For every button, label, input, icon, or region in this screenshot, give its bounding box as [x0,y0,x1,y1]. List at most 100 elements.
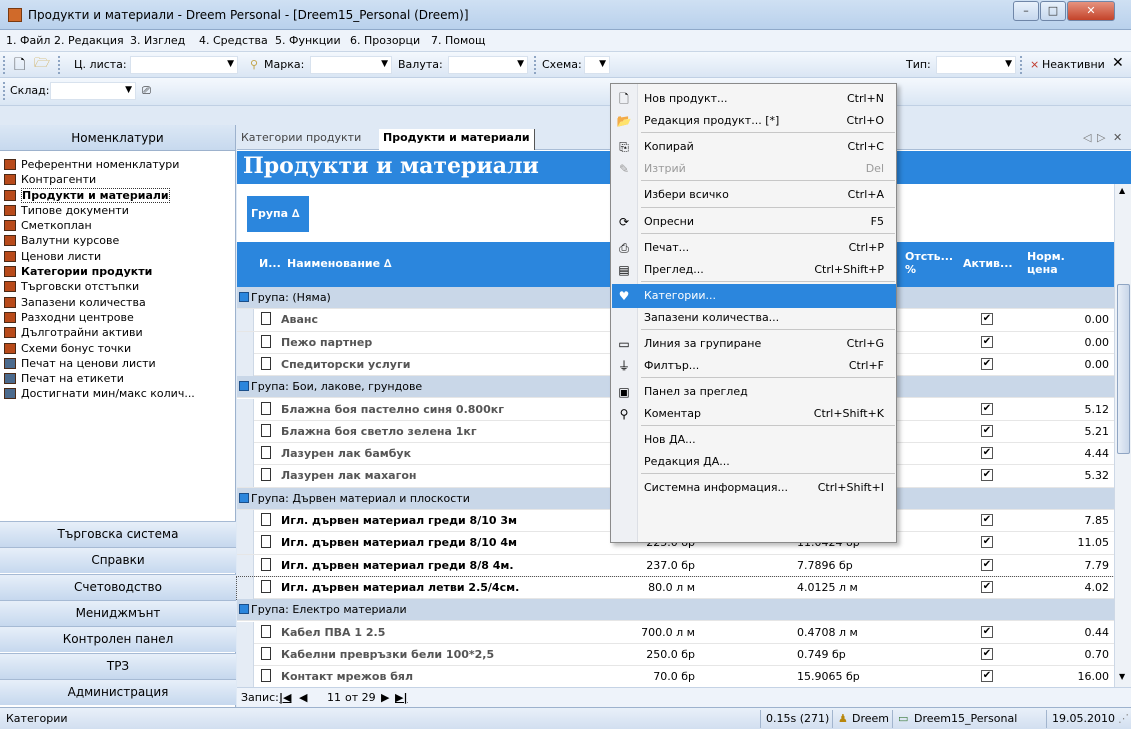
group-by-field[interactable]: Група ∆ [247,196,309,232]
tab-close-icon[interactable]: ✕ [1113,131,1122,144]
table-row[interactable]: Кабел ПВА 1 2.5 700.0 л м 0.4708 л м ✔ 0.44 [237,621,1114,644]
context-menu-item[interactable]: Запазени количества... [612,306,896,330]
col-discount-header[interactable]: Отсть... % [905,250,953,276]
context-menu-item[interactable]: ✎ Изтрий Del [612,157,896,181]
toolbar-grip[interactable] [3,82,6,100]
type-combo[interactable]: ▼ [936,56,1016,74]
navigator-item[interactable]: Валутни курсове [4,233,234,248]
navigator-item[interactable]: Печат на етикети [4,371,234,386]
navigator-section-button[interactable]: Търговска система [0,521,236,547]
collapse-icon[interactable] [239,381,249,392]
row-indicator[interactable] [237,398,254,421]
col-name-header[interactable]: Наименование ∆ [287,257,392,270]
tab-product-categories[interactable]: Категории продукти [241,131,361,144]
chevron-down-icon[interactable]: ▼ [517,59,524,69]
scrollbar-thumb[interactable] [1117,284,1130,454]
app-icon[interactable] [8,8,22,22]
navigator-section-button[interactable]: Контролен панел [0,626,236,653]
scheme-combo[interactable]: ▼ [584,56,610,74]
row-indicator[interactable] [237,420,254,443]
context-menu-item[interactable]: ⎘ Копирай Ctrl+C [612,135,896,159]
scroll-up-icon[interactable]: ▲ [1119,186,1125,195]
navigator-section-button[interactable]: ТРЗ [0,652,236,679]
vertical-scrollbar[interactable]: ▲ ▼ [1114,184,1131,687]
menu-functions[interactable]: 5. Функции [275,34,341,47]
prev-record-icon[interactable]: ◀ [299,691,307,704]
open-folder-icon[interactable]: 🗁 [34,54,50,76]
collapse-icon[interactable] [239,292,249,302]
table-row[interactable]: Кабелни превръзки бели 100*2,5 250.0 бр 0.… [237,643,1114,667]
current-record[interactable]: 11 [327,691,341,704]
context-menu-item[interactable]: Системна информация... Ctrl+Shift+I [612,476,896,500]
navigator-item[interactable]: Ценови листи [4,249,234,264]
row-indicator[interactable] [237,331,254,354]
navigator-item[interactable]: Категории продукти [4,264,234,279]
col-index-header[interactable]: И... [259,257,281,270]
col-norm-price-header[interactable]: Норм. цена [1027,250,1067,276]
warehouse-pick-icon[interactable]: ⎚ [142,84,151,98]
navigator-section-button[interactable]: Справки [0,547,236,574]
context-menu-item[interactable]: ▤ Преглед... Ctrl+Shift+P [612,258,896,282]
row-indicator[interactable] [237,443,254,466]
active-checkbox[interactable]: ✔ [981,625,993,638]
row-indicator[interactable] [237,309,254,332]
row-indicator[interactable] [237,510,254,532]
navigator-item[interactable]: Достигнати мин/макс колич... [4,386,234,401]
tab-scroll-right-icon[interactable]: ▷ [1097,131,1105,144]
brand-combo[interactable]: ▼ [310,56,392,74]
navigator-item[interactable]: Разходни центрове [4,310,234,325]
navigator-item[interactable]: Контрагенти [4,172,234,187]
price-list-combo[interactable]: ▼ [130,56,238,74]
active-checkbox[interactable]: ✔ [981,580,993,593]
toolbar-grip[interactable] [534,56,537,74]
tab-scroll-left-icon[interactable]: ◁ [1083,131,1091,144]
row-indicator[interactable] [237,353,254,376]
navigator-header[interactable]: Номенклатури [0,125,235,151]
row-indicator[interactable] [237,465,254,488]
active-checkbox[interactable]: ✔ [981,558,993,571]
collapse-icon[interactable] [239,604,249,615]
chevron-down-icon[interactable]: ▼ [125,85,132,95]
context-menu-item[interactable]: ⏚ Филтър... Ctrl+F [612,354,896,378]
menu-windows[interactable]: 6. Прозорци [350,34,420,47]
context-menu-item[interactable]: Редакция ДА... [612,450,896,474]
resize-grip-icon[interactable]: ⋰ [1118,712,1129,725]
warehouse-combo[interactable]: ▼ [50,82,136,100]
context-menu-item[interactable]: ⟳ Опресни F5 [612,210,896,234]
active-checkbox[interactable]: ✔ [981,514,993,526]
menu-file[interactable]: 1. Файл [6,34,50,47]
group-row[interactable]: Група: Електро материали [237,599,1114,622]
row-indicator[interactable] [237,576,254,599]
context-menu-item[interactable]: ▣ Панел за преглед [612,380,896,404]
navigator-item[interactable]: Референтни номенклатури [4,157,234,172]
navigator-item[interactable]: Продукти и материали [4,187,234,203]
active-checkbox[interactable]: ✔ [981,469,993,482]
toolbar-grip[interactable] [1020,56,1023,74]
navigator-section-button[interactable]: Счетоводство [0,573,236,600]
active-checkbox[interactable]: ✔ [981,335,993,348]
last-record-icon[interactable]: ▶| [395,691,407,704]
navigator-item[interactable]: Дълготрайни активи [4,325,234,340]
navigator-section-button[interactable]: Администрация [0,678,236,705]
inactive-toggle[interactable]: Неактивни [1042,58,1105,71]
navigator-item[interactable]: Търговски отстъпки [4,279,234,294]
first-record-icon[interactable]: |◀ [279,691,291,704]
tab-products-materials[interactable]: Продукти и материали [379,129,535,150]
active-checkbox[interactable]: ✔ [981,447,993,460]
navigator-item[interactable]: Запазени количества [4,295,234,310]
table-row[interactable]: Игл. дървен материал летви 2.5/4см. 80.0 … [236,575,1115,601]
menu-view[interactable]: 3. Изглед [130,34,185,47]
maximize-button[interactable]: □ [1040,1,1066,21]
navigator-item[interactable]: Сметкоплан [4,218,234,233]
col-active-header[interactable]: Актив... [963,257,1013,270]
active-checkbox[interactable]: ✔ [981,313,993,326]
active-checkbox[interactable]: ✔ [981,670,993,683]
scroll-down-icon[interactable]: ▼ [1119,672,1125,681]
navigator-item[interactable]: Печат на ценови листи [4,356,234,371]
table-row[interactable]: Игл. дървен материал греди 8/8 4м. 237.0 … [237,554,1114,577]
context-menu-item[interactable]: ⎙ Печат... Ctrl+P [612,236,896,260]
next-record-icon[interactable]: ▶ [381,691,389,704]
context-menu-item[interactable]: ⚲ Коментар Ctrl+Shift+K [612,402,896,426]
close-button[interactable]: ✕ [1067,1,1115,21]
active-checkbox[interactable]: ✔ [981,424,993,437]
